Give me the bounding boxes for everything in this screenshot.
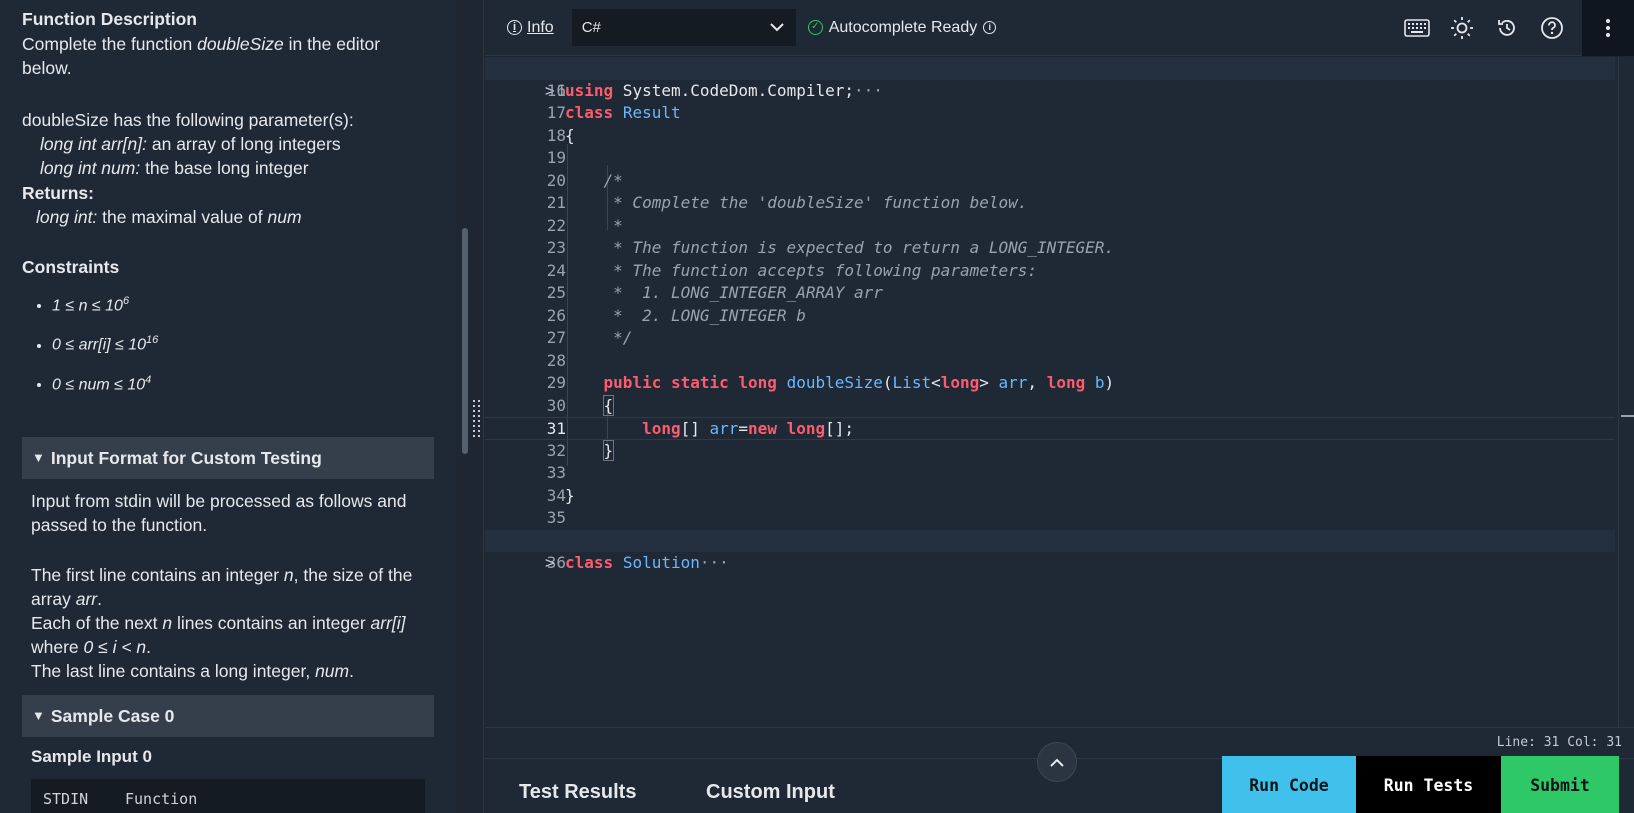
- stdin-column-header: STDIN: [43, 789, 89, 808]
- code-line[interactable]: 35: [485, 507, 1615, 530]
- code-line[interactable]: 27 */: [485, 327, 1615, 350]
- cursor-position: Line: 31 Col: 31: [1496, 735, 1622, 750]
- editor-toolbar: i Info C# ✓ Autocomplete Ready i: [485, 0, 1634, 56]
- drag-handle-icon[interactable]: [472, 398, 482, 440]
- code-line[interactable]: 19: [485, 147, 1615, 170]
- code-line[interactable]: 32 }: [485, 439, 1615, 463]
- function-description-text: Complete the function doubleSize in the …: [22, 34, 381, 78]
- returns-desc: long int: the maximal value of num: [36, 207, 302, 227]
- left-panel-scrollbar[interactable]: [462, 228, 468, 454]
- input-line-1: The first line contains an integer n, th…: [31, 564, 413, 609]
- param-arr: long int arr[n]: an array of long intege…: [40, 134, 341, 154]
- language-select[interactable]: C#: [571, 9, 796, 46]
- code-line[interactable]: 30 {: [485, 394, 1615, 418]
- code-line[interactable]: 21 * Complete the 'doubleSize' function …: [485, 192, 1615, 215]
- code-line[interactable]: 34}: [485, 485, 1615, 508]
- code-line[interactable]: 20 /*: [485, 170, 1615, 193]
- tab-custom-input[interactable]: Custom Input: [706, 781, 835, 804]
- returns-title: Returns:: [22, 183, 94, 203]
- grip-dots-icon: [473, 400, 480, 437]
- sample-input-title: Sample Input 0: [31, 746, 152, 766]
- code-line[interactable]: 23 * The function is expected to return …: [485, 237, 1615, 260]
- code-line[interactable]: 17 class Result: [485, 102, 1615, 125]
- problem-panel: Function Description Complete the functi…: [0, 0, 456, 813]
- chevron-up-icon: [1050, 758, 1064, 767]
- info-icon[interactable]: i: [983, 21, 997, 34]
- code-line[interactable]: 1 > using System.CodeDom.Compiler;···: [485, 57, 1615, 100]
- editor-scrollbar[interactable]: [1618, 57, 1634, 727]
- code-line[interactable]: 18{: [485, 125, 1615, 148]
- constraints-title: Constraints: [22, 257, 120, 277]
- code-line[interactable]: 33: [485, 462, 1615, 485]
- chevron-down-icon: [769, 23, 784, 32]
- autocomplete-status: ✓ Autocomplete Ready i: [807, 19, 997, 37]
- code-line-current[interactable]: 31 long[] arr=new long[];: [485, 417, 1615, 440]
- code-line[interactable]: 25 * 1. LONG_INTEGER_ARRAY arr: [485, 282, 1615, 305]
- input-line-3: The last line contains a long integer, n…: [31, 660, 354, 681]
- sample-input-table: STDIN Function: [31, 778, 425, 813]
- function-column-header: Function: [125, 789, 198, 808]
- code-line[interactable]: 24 * The function accepts following para…: [485, 260, 1615, 283]
- submit-button[interactable]: Submit: [1501, 756, 1619, 813]
- scroll-marker: [1621, 415, 1634, 417]
- params-intro: doubleSize has the following parameter(s…: [22, 110, 354, 130]
- constraints-list: 1 ≤ n ≤ 106 0 ≤ arr[i] ≤ 1016 0 ≤ num ≤ …: [22, 289, 434, 397]
- constraint-item: 0 ≤ num ≤ 104: [52, 368, 434, 397]
- keyboard-icon[interactable]: [1394, 0, 1439, 56]
- caret-down-icon: ▼: [32, 449, 45, 465]
- tab-test-results[interactable]: Test Results: [519, 781, 636, 804]
- code-line[interactable]: 16: [485, 80, 1615, 103]
- code-line[interactable]: 22 *: [485, 215, 1615, 238]
- constraint-item: 1 ≤ n ≤ 106: [52, 289, 434, 318]
- history-icon[interactable]: [1484, 0, 1529, 56]
- sample-case-toggle[interactable]: ▼ Sample Case 0: [22, 694, 434, 737]
- input-format-body: Input from stdin will be processed as fo…: [22, 479, 434, 683]
- code-editor[interactable]: 1 > using System.CodeDom.Compiler;··· 16 1…: [485, 57, 1634, 727]
- param-num: long int num: the base long integer: [40, 158, 309, 178]
- toolbar-actions: [1394, 0, 1634, 56]
- info-button[interactable]: i Info: [507, 19, 554, 37]
- function-description-title: Function Description: [22, 9, 197, 29]
- expand-panel-button[interactable]: [1037, 742, 1077, 782]
- run-tests-button[interactable]: Run Tests: [1356, 756, 1501, 813]
- info-icon: i: [507, 20, 522, 35]
- check-circle-icon: ✓: [807, 20, 823, 35]
- more-options-icon[interactable]: [1582, 0, 1634, 56]
- code-line[interactable]: 26 * 2. LONG_INTEGER b: [485, 305, 1615, 328]
- help-icon[interactable]: [1529, 0, 1574, 56]
- chevron-right-icon[interactable]: >: [545, 552, 555, 575]
- run-code-button[interactable]: Run Code: [1222, 756, 1356, 813]
- code-line[interactable]: 29 public static long doubleSize(List<lo…: [485, 372, 1615, 395]
- input-format-toggle[interactable]: ▼ Input Format for Custom Testing: [22, 436, 434, 479]
- constraint-item: 0 ≤ arr[i] ≤ 1016: [52, 328, 434, 357]
- code-line[interactable]: 28: [485, 350, 1615, 373]
- code-line[interactable]: 36 > class Solution···: [485, 529, 1615, 572]
- theme-sun-icon[interactable]: [1439, 0, 1484, 56]
- caret-down-icon: ▼: [32, 707, 45, 723]
- problem-description: Function Description Complete the functi…: [22, 0, 434, 813]
- input-line-2: Each of the next n lines contains an int…: [31, 612, 406, 657]
